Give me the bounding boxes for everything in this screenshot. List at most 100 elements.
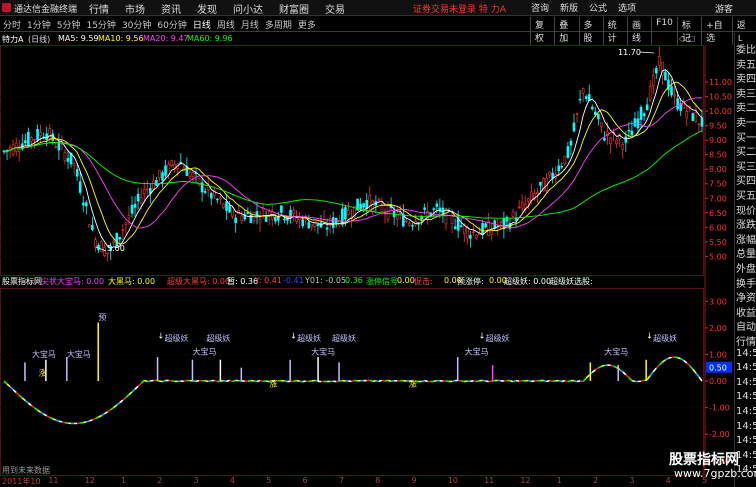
signal-label: 涨 <box>269 378 277 388</box>
menu-ask[interactable]: 问小达 <box>233 1 263 16</box>
date-label: 9 <box>411 476 417 485</box>
sidebar-item[interactable]: 涨跌 <box>736 216 756 231</box>
indicator-curve-segment <box>558 379 562 383</box>
sidebar-item[interactable]: 行情 <box>736 333 756 348</box>
tab-more[interactable]: 更多 <box>298 18 316 31</box>
sidebar-item[interactable]: 买四 <box>736 172 756 187</box>
candle-body <box>609 137 612 145</box>
sidebar-item[interactable]: 卖三 <box>736 85 756 100</box>
sidebar-item[interactable]: 卖五 <box>736 56 756 71</box>
candle-body <box>264 216 268 222</box>
candle-body <box>225 201 228 211</box>
candle-body <box>472 231 475 233</box>
kline-chart[interactable]: 11.00 10.50 10.00 9.50 9.00 8.50 8.00 7.50 7.00 6… <box>0 45 734 476</box>
indicator-curve-segment <box>92 417 96 421</box>
candle-body <box>347 210 350 215</box>
indicator-curve-segment <box>86 420 90 423</box>
sidebar-item[interactable]: 总量 <box>736 245 756 260</box>
login-warning[interactable]: 证券交易未登录 特 力A <box>413 2 506 15</box>
price-axis-label: 10.00 <box>709 107 732 116</box>
menu-markets[interactable]: 市场 <box>125 1 145 16</box>
indicator-curve-segment <box>482 379 486 382</box>
sidebar-item[interactable]: 净资 <box>736 289 756 304</box>
menu-consult[interactable]: 咨询 <box>531 1 549 14</box>
sidebar-item[interactable]: 买五 <box>736 187 756 202</box>
sidebar-item[interactable]: 卖四 <box>736 70 756 85</box>
sidebar-item[interactable]: 外盘 <box>736 260 756 275</box>
price-axis-label: 8.00 <box>709 165 727 174</box>
menu-market[interactable]: 行情 <box>89 1 109 16</box>
sidebar-item[interactable]: 涨幅 <box>736 231 756 246</box>
tab-15min[interactable]: 15分钟 <box>86 18 115 31</box>
sidebar-item[interactable]: 卖一 <box>736 114 756 129</box>
price-axis-label: 5.00 <box>709 252 727 261</box>
sidebar-item[interactable]: 现价 <box>736 202 756 217</box>
candle-body <box>456 218 460 231</box>
tool-add-watchlist[interactable]: +自选 <box>701 17 732 45</box>
tab-5min[interactable]: 5分钟 <box>57 18 81 31</box>
candle-body <box>405 220 408 222</box>
indicator-curve-segment <box>61 421 66 424</box>
candle-body <box>30 137 33 142</box>
sidebar-item[interactable]: 买三 <box>736 158 756 173</box>
guest-user[interactable]: 游客 <box>715 2 733 15</box>
indicator-curve-segment <box>692 368 697 374</box>
candle-body <box>621 144 625 151</box>
menu-news[interactable]: 资讯 <box>161 1 181 16</box>
sidebar-item[interactable]: 14:56 <box>736 348 756 359</box>
low-annotation: 5.00 <box>107 244 125 253</box>
sidebar-item[interactable]: 14:56 <box>736 362 756 373</box>
menu-options[interactable]: 选项 <box>618 1 636 14</box>
tab-intraday[interactable]: 分时 <box>3 18 21 31</box>
candle-body <box>633 118 637 127</box>
candle-body <box>63 152 67 162</box>
indicator-item: 大黑马: 0.00 <box>108 277 156 286</box>
tab-daily[interactable]: 日线 <box>193 18 211 31</box>
tab-60min[interactable]: 60分钟 <box>157 18 186 31</box>
sidebar-item[interactable]: 委比 <box>736 41 756 56</box>
indicator-curve-segment <box>162 379 166 383</box>
signal-label: 大宝马 <box>465 346 489 356</box>
tab-weekly[interactable]: 周线 <box>217 18 235 31</box>
indicator-curve-segment <box>150 379 154 382</box>
sidebar-item[interactable]: 买二 <box>736 143 756 158</box>
candle-body <box>380 205 384 213</box>
candle-body <box>167 163 170 176</box>
menu-formula[interactable]: 公式 <box>589 1 607 14</box>
ma5-label: MA5: 9.59 <box>58 34 99 43</box>
window-controls-icon[interactable]: ◇ □ <box>679 34 695 43</box>
sidebar-item[interactable]: 14:56 <box>736 391 756 402</box>
sidebar-item[interactable]: 14:56 <box>736 435 756 446</box>
sidebar-item[interactable]: 自动 <box>736 318 756 333</box>
indicator-curve-segment <box>207 379 212 383</box>
indicator-curve-segment <box>655 364 660 369</box>
sidebar-item[interactable]: 收益 <box>736 304 756 319</box>
sidebar-item[interactable]: 14:56 <box>736 377 756 388</box>
indicator-curve-segment <box>576 380 581 383</box>
indicator-curve-segment <box>433 379 438 383</box>
tab-multi-period[interactable]: 多周期 <box>265 18 292 31</box>
sidebar-item[interactable]: 14:56 <box>736 421 756 432</box>
sidebar-item[interactable]: 14:56 <box>736 406 756 417</box>
indicator-curve-segment <box>686 362 691 367</box>
indicator-curve-segment <box>52 418 57 421</box>
sidebar-item[interactable]: 换手 <box>736 275 756 290</box>
candle-body <box>676 98 679 110</box>
menu-trade[interactable]: 交易 <box>325 1 345 16</box>
indicator-item: 预涨停: <box>457 277 484 286</box>
sidebar-item[interactable]: 卖二 <box>736 99 756 114</box>
menu-discover[interactable]: 发现 <box>197 1 217 16</box>
indicator-curve-segment <box>40 411 45 415</box>
ma60-line <box>3 130 703 219</box>
menu-wealth[interactable]: 财富圈 <box>279 1 309 16</box>
menu-new-version[interactable]: 新版 <box>560 1 578 14</box>
candle-body <box>648 86 652 101</box>
date-label: 2 <box>593 476 599 485</box>
indicator-axis-label: 3.00 <box>709 297 727 306</box>
indicator-item: -0.41 <box>283 276 304 285</box>
sidebar-item[interactable]: 买一 <box>736 129 756 144</box>
tab-1min[interactable]: 1分钟 <box>27 18 51 31</box>
tab-monthly[interactable]: 月线 <box>241 18 259 31</box>
tab-30min[interactable]: 30分钟 <box>122 18 151 31</box>
indicator-curve-segment <box>369 379 374 383</box>
